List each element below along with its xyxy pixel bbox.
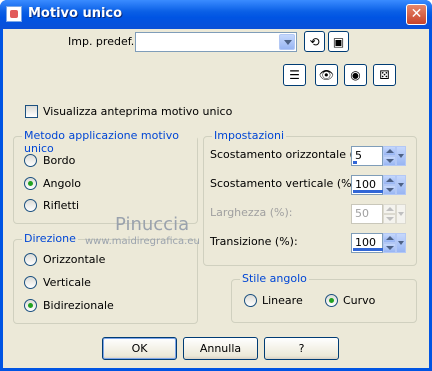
app-icon (6, 6, 22, 22)
chevron-down-icon[interactable] (396, 233, 406, 253)
dialog-body: Imp. predef.: ⟲ ▣ ☰ 👁 ◉ ⚄ Visualizza ant… (3, 29, 429, 368)
spin-up-icon[interactable] (383, 233, 396, 243)
preset-dropdown[interactable] (135, 32, 297, 52)
preview-label[interactable]: Visualizza anteprima motivo unico (43, 105, 232, 118)
h-offset-spinner[interactable]: 5 (351, 146, 406, 166)
chevron-down-icon (396, 204, 406, 224)
ok-button[interactable]: OK (102, 337, 177, 360)
radio-bordo-label[interactable]: Bordo (43, 154, 75, 167)
radio-bidirezionale-label[interactable]: Bidirezionale (43, 299, 114, 312)
watermark-site: www.maidiregrafica.eu (85, 236, 200, 247)
help-button[interactable]: ? (264, 337, 339, 360)
auto-proof-button[interactable]: ◉ (344, 64, 367, 86)
refresh-icon: ⟲ (309, 34, 320, 49)
corner-style-group: Stile angolo (231, 272, 417, 323)
radio-curvo-label[interactable]: Curvo (343, 294, 375, 307)
preview-checkbox[interactable] (25, 105, 38, 118)
preset-label: Imp. predef.: (68, 35, 138, 48)
reset-button[interactable]: ⟲ (304, 31, 325, 52)
radio-orizzontale[interactable] (24, 253, 37, 266)
save-icon: ▣ (332, 34, 345, 49)
width-label: Larghezza (%): (210, 206, 293, 219)
list-icon: ☰ (289, 68, 300, 82)
width-input: 50 (351, 204, 383, 224)
randomize-button[interactable]: ⚄ (373, 64, 396, 86)
v-offset-label: Scostamento verticale (%): (210, 177, 360, 190)
close-button[interactable]: ✕ (406, 4, 427, 25)
width-value: 50 (355, 207, 369, 220)
corner-style-group-title: Stile angolo (240, 272, 309, 285)
spin-up-icon (383, 204, 396, 214)
transition-level (353, 248, 383, 251)
transition-spinner[interactable]: 100 (351, 233, 406, 253)
eye-icon: ◉ (350, 68, 361, 82)
radio-orizzontale-label[interactable]: Orizzontale (43, 253, 105, 266)
method-group: Metodo applicazione motivo unico (13, 129, 198, 224)
chevron-down-icon[interactable] (279, 34, 295, 50)
cancel-button[interactable]: Annulla (183, 337, 258, 360)
spin-down-icon[interactable] (383, 156, 396, 166)
eye-hand-icon: 👁 (318, 68, 335, 82)
h-offset-input[interactable]: 5 (351, 146, 383, 166)
v-offset-input[interactable]: 100 (351, 175, 383, 195)
h-offset-level (353, 161, 357, 164)
radio-bordo[interactable] (24, 154, 37, 167)
watermark-name: Pinuccia (115, 214, 190, 235)
v-offset-level (353, 190, 383, 193)
direction-group-title: Direzione (22, 232, 78, 245)
radio-curvo[interactable] (325, 294, 338, 307)
spin-up-icon[interactable] (383, 146, 396, 156)
title-bar[interactable]: Motivo unico ✕ (0, 0, 432, 29)
radio-lineare-label[interactable]: Lineare (262, 294, 303, 307)
radio-lineare[interactable] (244, 294, 257, 307)
window-title: Motivo unico (28, 6, 123, 21)
radio-rifletti[interactable] (24, 199, 37, 212)
preset-options-button[interactable]: ☰ (283, 64, 306, 86)
chevron-down-icon[interactable] (396, 146, 406, 166)
h-offset-label: Scostamento orizzontale (%): (210, 148, 373, 161)
radio-rifletti-label[interactable]: Rifletti (43, 199, 79, 212)
dialog-window: Motivo unico ✕ Imp. predef.: ⟲ ▣ ☰ 👁 ◉ ⚄… (0, 0, 432, 371)
radio-angolo-label[interactable]: Angolo (43, 177, 81, 190)
width-spinner: 50 (351, 204, 406, 224)
radio-angolo[interactable] (24, 177, 37, 190)
chevron-down-icon[interactable] (396, 175, 406, 195)
v-offset-spinner[interactable]: 100 (351, 175, 406, 195)
spin-down-icon[interactable] (383, 243, 396, 253)
close-icon: ✕ (410, 6, 423, 22)
radio-bidirezionale[interactable] (24, 299, 37, 312)
method-group-title: Metodo applicazione motivo unico (22, 129, 197, 155)
transition-input[interactable]: 100 (351, 233, 383, 253)
dice-icon: ⚄ (379, 68, 390, 82)
spin-down-icon[interactable] (383, 185, 396, 195)
spin-down-icon (383, 214, 396, 224)
settings-group-title: Impostazioni (212, 129, 287, 142)
save-preset-button[interactable]: ▣ (328, 31, 349, 52)
spin-up-icon[interactable] (383, 175, 396, 185)
radio-verticale-label[interactable]: Verticale (43, 276, 91, 289)
transition-label: Transizione (%): (210, 235, 298, 248)
radio-verticale[interactable] (24, 276, 37, 289)
proof-button[interactable]: 👁 (315, 64, 338, 86)
